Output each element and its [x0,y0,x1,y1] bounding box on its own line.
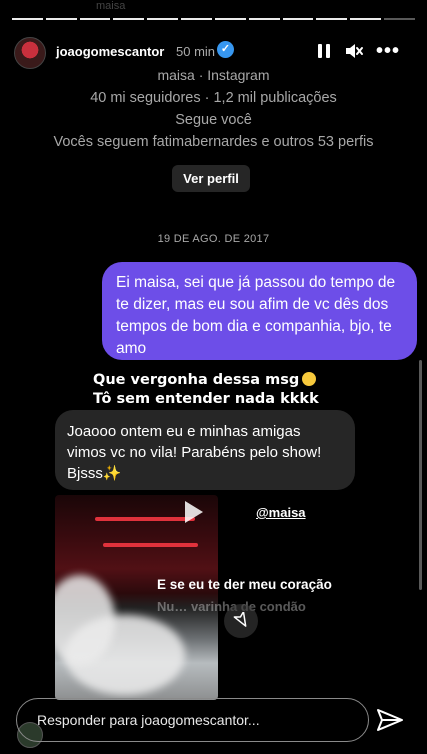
story-username[interactable]: joaogomescantor [56,44,164,59]
progress-segment [45,18,77,20]
sent-message-bubble: Ei maisa, sei que já passou do tempo de … [102,262,417,360]
play-icon[interactable] [185,501,203,523]
thread-date: 19 DE AGO. DE 2017 [157,233,270,245]
progress-segment [214,18,246,20]
progress-segment [384,18,415,20]
avatar[interactable] [14,37,46,69]
progress-segment [113,18,145,20]
caption-line-2: Tô sem entender nada kkkk [93,391,319,407]
sent-message-text: Ei maisa, sei que já passou do tempo de … [116,274,396,357]
caption-line-1: Que vergonha dessa msg [93,372,300,388]
share-button[interactable] [224,604,258,638]
progress-segment [147,18,179,20]
story-progress-bar [12,18,415,20]
progress-segment [350,18,382,20]
received-message-bubble: Joaooo ontem eu e minhas amigas vimos vc… [55,410,355,490]
progress-segment [79,18,111,20]
faded-header-text: maisa [96,0,126,12]
shared-video-thumbnail[interactable] [55,495,218,700]
profile-mutual-follows: Vocês seguem fatimabernardes e outros 53… [53,134,374,150]
send-button[interactable] [376,708,404,732]
stage-light [95,517,195,521]
mute-button[interactable] [341,40,367,62]
progress-segment [316,18,348,20]
sparkles-emoji: ✨ [102,465,122,482]
more-dots-icon: ••• [375,39,400,62]
paper-plane-icon [377,709,403,731]
laughing-emoji-icon [302,372,317,386]
progress-segment [181,18,212,20]
story-time: 50 min [176,44,216,59]
more-options-button[interactable]: ••• [375,40,401,62]
verified-badge-icon: ✓ [217,41,234,58]
story-caption: Que vergonha dessa msg Tô sem entender n… [93,371,319,409]
mention-tag[interactable]: @maisa [256,505,306,520]
profile-stats: 40 mi seguidores · 1,2 mil publicações [90,90,337,106]
view-profile-button[interactable]: Ver perfil [172,165,250,192]
stage-light [103,543,198,547]
progress-segment [282,18,314,20]
pause-icon-bar [318,44,322,58]
profile-follows-you: Segue você [175,112,252,128]
pause-button[interactable] [311,40,337,62]
profile-name-line: maisa · Instagram [157,67,270,83]
progress-segment [248,18,280,20]
send-icon [233,612,247,627]
lyric-line-1: E se eu te der meu coração [157,577,332,592]
muted-speaker-icon [346,44,363,58]
reply-input[interactable]: Responder para joaogomescantor... [16,698,369,742]
scrollbar[interactable] [419,360,422,590]
pause-icon-bar [326,44,330,58]
progress-segment [12,18,43,20]
